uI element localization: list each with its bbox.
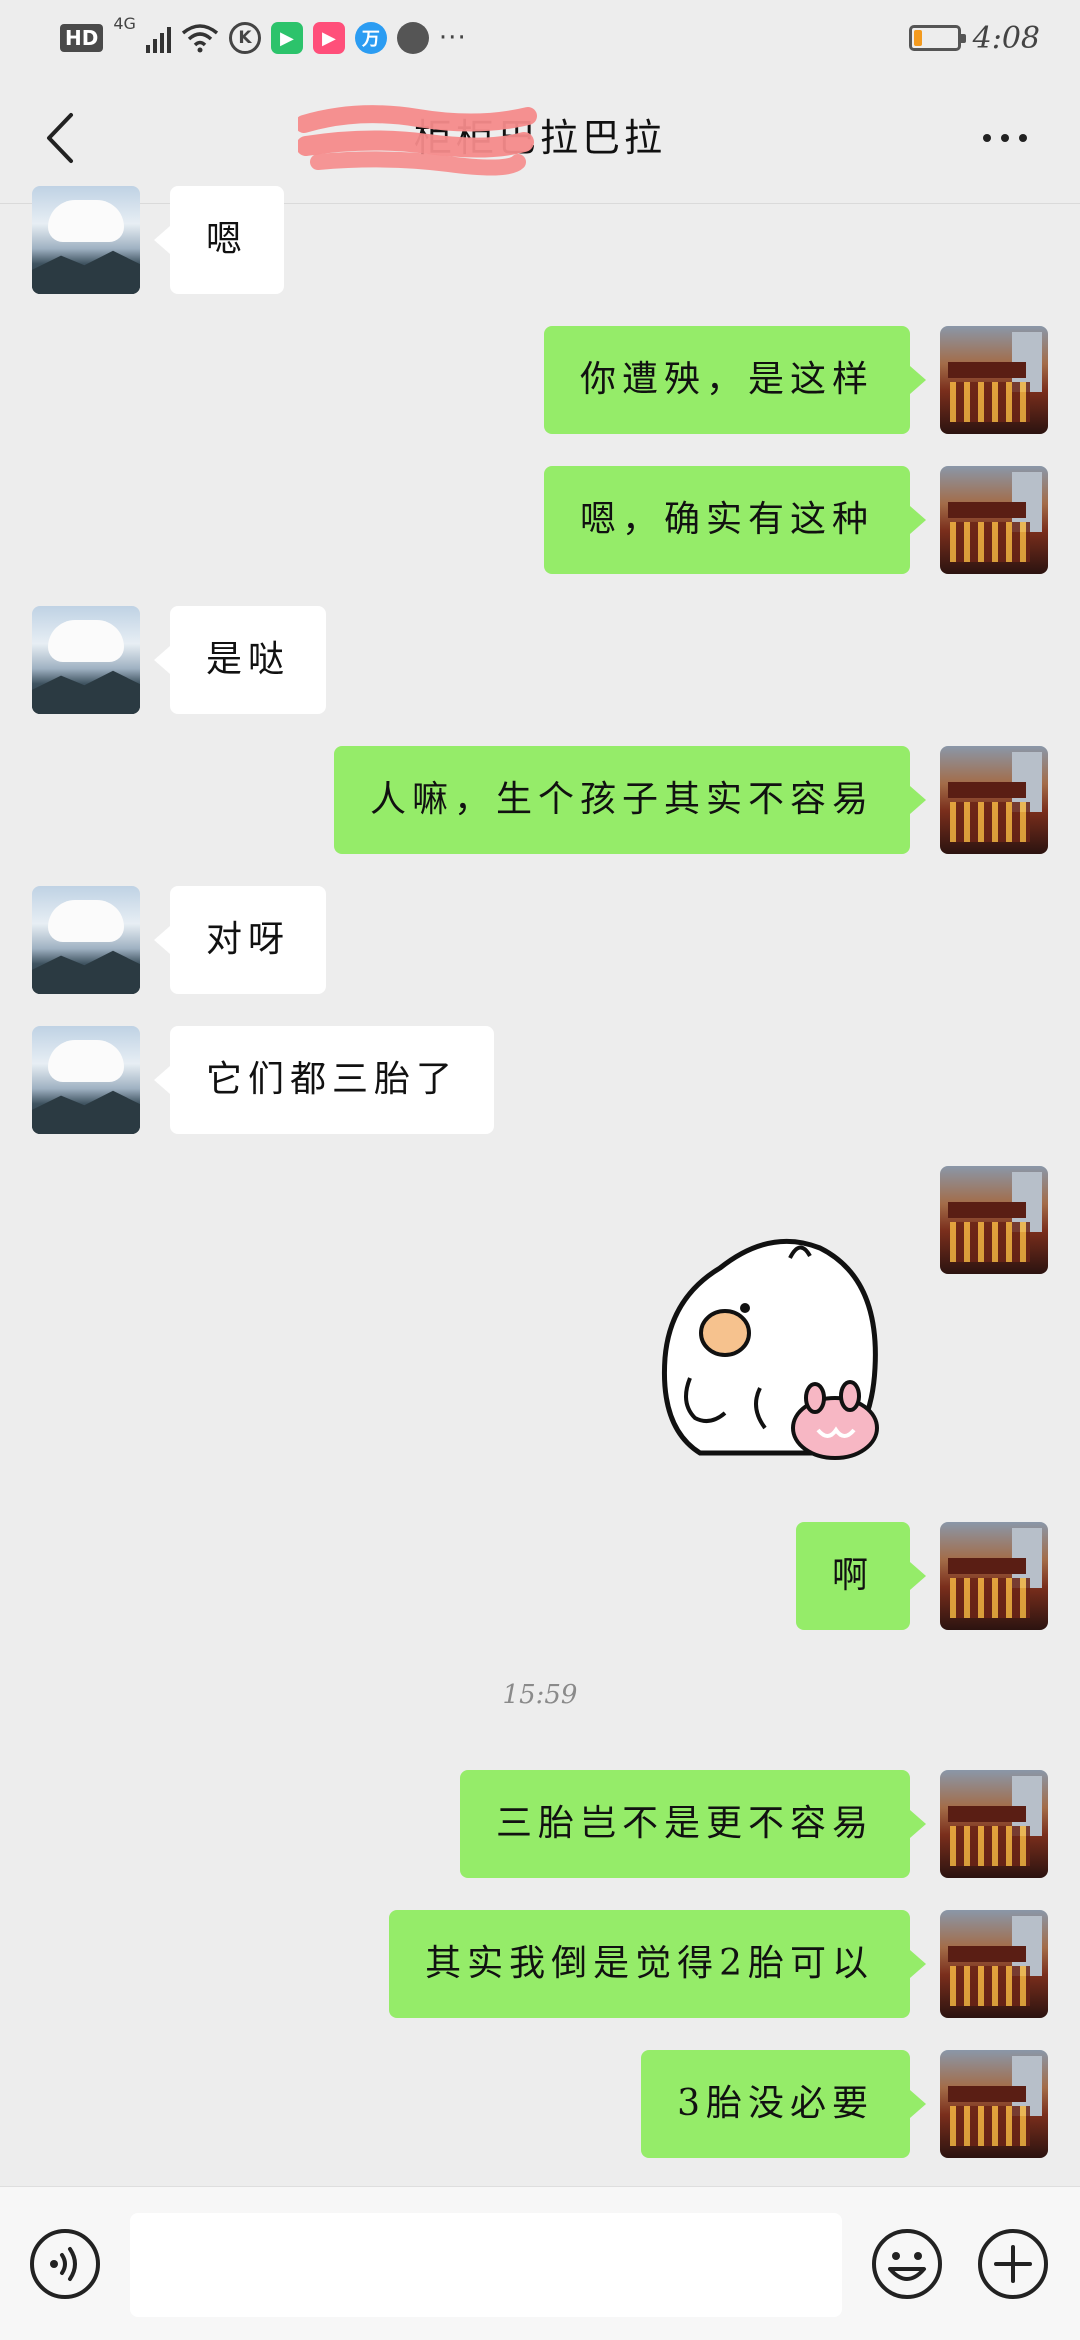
chat-input-bar bbox=[0, 2186, 1080, 2340]
message-bubble[interactable]: 是哒 bbox=[153, 606, 327, 714]
play-app-icon: ▶ bbox=[312, 22, 345, 54]
duck-sticker[interactable] bbox=[650, 1228, 900, 1478]
status-time: 4:08 bbox=[972, 20, 1040, 56]
plus-button[interactable] bbox=[976, 2227, 1050, 2301]
globe-app-icon bbox=[396, 22, 429, 54]
message-timestamp: 15:59 bbox=[502, 1680, 578, 1710]
message-bubble[interactable]: 三胎岂不是更不容易 bbox=[459, 1770, 927, 1878]
hd-badge: HD bbox=[60, 24, 104, 52]
status-right: 4:08 bbox=[908, 18, 1040, 58]
contact-avatar[interactable] bbox=[32, 1026, 140, 1134]
my-avatar[interactable] bbox=[940, 1166, 1048, 1274]
message-bubble[interactable]: 啊 bbox=[795, 1522, 927, 1630]
status-bar: HD 4G K ▶ ▶ 万 ··· 4:08 bbox=[0, 0, 1080, 72]
k-app-icon: K bbox=[228, 22, 261, 54]
voice-input-button[interactable] bbox=[28, 2227, 102, 2301]
signal-icon bbox=[145, 23, 171, 53]
message-bubble[interactable]: 对呀 bbox=[153, 886, 327, 994]
status-left: HD 4G K ▶ ▶ 万 ··· bbox=[60, 14, 467, 58]
battery-level bbox=[913, 30, 923, 46]
chat-header: 柜柜巴拉巴拉 bbox=[0, 72, 1080, 204]
dot-icon bbox=[1001, 134, 1009, 142]
contact-avatar[interactable] bbox=[32, 186, 140, 294]
my-avatar[interactable] bbox=[940, 1910, 1048, 2018]
contact-avatar[interactable] bbox=[32, 886, 140, 994]
message-bubble[interactable]: 嗯，确实有这种 bbox=[543, 466, 927, 574]
network-type: 4G bbox=[113, 14, 136, 33]
video-app-icon: ▶ bbox=[270, 22, 303, 54]
message-bubble[interactable]: 其实我倒是觉得2胎可以 bbox=[389, 1910, 926, 2018]
my-avatar[interactable] bbox=[940, 1770, 1048, 1878]
message-bubble[interactable]: 你遭殃，是这样 bbox=[543, 326, 927, 434]
emoji-button[interactable] bbox=[870, 2227, 944, 2301]
my-avatar[interactable] bbox=[940, 2050, 1048, 2158]
redaction-scribble bbox=[298, 105, 537, 176]
battery-icon bbox=[908, 25, 966, 51]
back-button[interactable] bbox=[30, 108, 90, 168]
message-bubble[interactable]: 3胎没必要 bbox=[641, 2050, 926, 2158]
message-bubble[interactable]: 它们都三胎了 bbox=[153, 1026, 495, 1134]
chevron-left-icon bbox=[47, 113, 73, 163]
my-avatar[interactable] bbox=[940, 1522, 1048, 1630]
contact-avatar[interactable] bbox=[32, 606, 140, 714]
message-input[interactable] bbox=[130, 2213, 842, 2317]
dot-icon bbox=[983, 134, 991, 142]
wan-app-icon: 万 bbox=[354, 22, 387, 54]
my-avatar[interactable] bbox=[940, 326, 1048, 434]
wifi-icon bbox=[181, 24, 219, 53]
dot-icon bbox=[1019, 134, 1027, 142]
more-menu-button[interactable] bbox=[970, 118, 1040, 158]
my-avatar[interactable] bbox=[940, 746, 1048, 854]
more-notifications-icon: ··· bbox=[438, 23, 467, 53]
message-bubble[interactable]: 嗯 bbox=[153, 186, 285, 294]
message-bubble[interactable]: 人嘛，生个孩子其实不容易 bbox=[333, 746, 927, 854]
my-avatar[interactable] bbox=[940, 466, 1048, 574]
